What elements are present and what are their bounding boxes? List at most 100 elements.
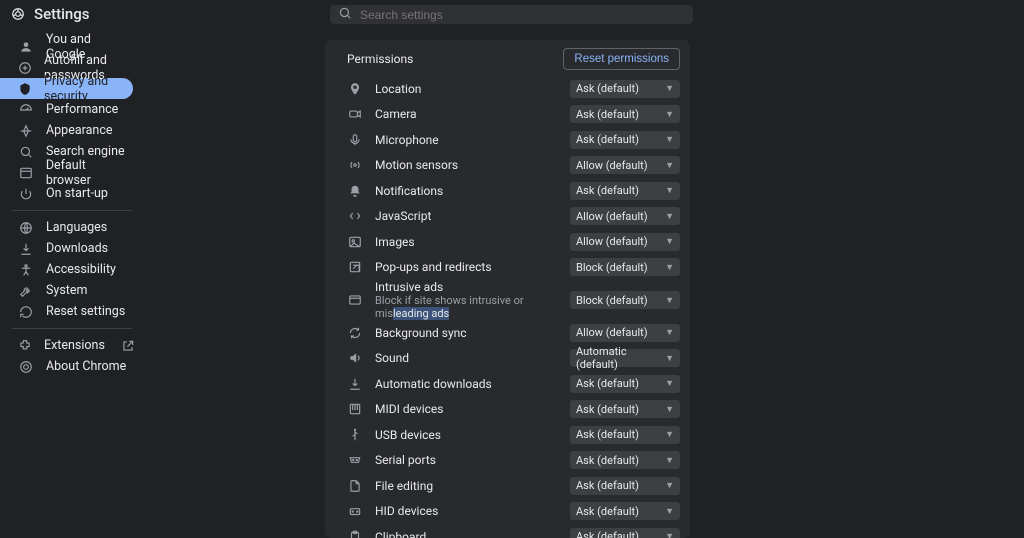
permission-label: Intrusive adsBlock if site shows intrusi…	[375, 280, 558, 320]
permission-value: Allow (default)	[576, 210, 648, 223]
permission-select[interactable]: Ask (default)▼	[570, 131, 680, 149]
permission-select[interactable]: Ask (default)▼	[570, 451, 680, 469]
sidebar-item-performance[interactable]: Performance	[0, 99, 133, 120]
power-icon	[18, 187, 34, 201]
chevron-down-icon: ▼	[665, 429, 674, 440]
permission-select[interactable]: Allow (default) ▼	[570, 207, 680, 225]
sidebar-item-label: Appearance	[46, 123, 113, 138]
permission-label: Pop-ups and redirects	[375, 260, 558, 274]
permission-select[interactable]: Ask (default)▼	[570, 105, 680, 123]
permission-select[interactable]: Ask (default) ▼	[570, 426, 680, 444]
permission-select[interactable]: Automatic (default)▼	[570, 349, 680, 367]
permission-select[interactable]: Ask (default)▼	[570, 400, 680, 418]
sidebar-item-reset[interactable]: Reset settings	[0, 301, 133, 322]
permission-value: Block (default)	[576, 294, 648, 307]
external-link-icon	[121, 339, 135, 353]
sidebar-item-label: Default browser	[46, 158, 133, 188]
chevron-down-icon: ▼	[665, 211, 674, 222]
permission-select[interactable]: Allow (default)▼	[570, 324, 680, 342]
permission-select[interactable]: Block (default)▼	[570, 291, 680, 309]
search-field[interactable]	[330, 5, 693, 24]
permission-label: JavaScript	[375, 209, 558, 223]
permission-label: Images	[375, 235, 558, 249]
permission-value: Ask (default)	[576, 184, 639, 197]
sidebar-item-appearance[interactable]: Appearance	[0, 120, 133, 141]
midi-devices-icon	[347, 402, 363, 416]
permission-value: Ask (default)	[576, 505, 639, 518]
sidebar-item-languages[interactable]: Languages	[0, 217, 133, 238]
serial-ports-icon	[347, 453, 363, 467]
search-input[interactable]	[360, 8, 685, 22]
pop-ups-and-redirects-icon	[347, 260, 363, 274]
chrome-logo-icon	[10, 6, 26, 22]
permission-select[interactable]: Ask (default)▼	[570, 375, 680, 393]
permission-row-file-editing: File editing Ask (default)▼	[325, 473, 690, 499]
permission-select[interactable]: Allow (default)▼	[570, 156, 680, 174]
permission-value: Ask (default)	[576, 108, 639, 121]
sidebar-item-about[interactable]: About Chrome	[0, 356, 133, 377]
permission-row-automatic-downloads: Automatic downloadsAsk (default)▼	[325, 371, 690, 397]
download-icon	[18, 242, 34, 256]
location-icon	[347, 82, 363, 96]
reset-icon	[18, 305, 34, 319]
file-editing-icon	[347, 479, 363, 493]
permission-row-javascript: JavaScript Allow (default) ▼	[325, 204, 690, 230]
permission-select[interactable]: Ask (default) ▼	[570, 502, 680, 520]
permission-select[interactable]: Allow (default) ▼	[570, 233, 680, 251]
microphone-icon	[347, 133, 363, 147]
chevron-down-icon: ▼	[665, 160, 674, 171]
chevron-down-icon: ▼	[665, 531, 674, 538]
permission-row-hid-devices: HID devices Ask (default) ▼	[325, 499, 690, 525]
permission-value: Allow (default)	[576, 235, 648, 248]
permission-select[interactable]: Block (default)▼	[570, 258, 680, 276]
permission-select[interactable]: Ask (default)▼	[570, 477, 680, 495]
sidebar-item-system[interactable]: System	[0, 280, 133, 301]
sidebar-item-default-browser[interactable]: Default browser	[0, 162, 133, 183]
permission-row-intrusive-ads: Intrusive adsBlock if site shows intrusi…	[325, 280, 690, 320]
content-area[interactable]: Permissions Reset permissions LocationAs…	[233, 28, 1024, 538]
usb-devices-icon	[347, 428, 363, 442]
permission-label: Location	[375, 82, 558, 96]
permission-value: Ask (default)	[576, 428, 639, 441]
chevron-down-icon: ▼	[665, 353, 674, 364]
permission-select[interactable]: Ask (default)▼	[570, 80, 680, 98]
page-title: Settings	[34, 5, 90, 23]
shield-icon	[18, 82, 32, 96]
permission-select[interactable]: Ask (default)▼	[570, 528, 680, 538]
sidebar-item-privacy[interactable]: Privacy and security	[0, 78, 133, 99]
person-icon	[18, 40, 34, 54]
top-bar: Settings	[0, 0, 1024, 28]
sidebar-divider	[12, 210, 132, 211]
images-icon	[347, 235, 363, 249]
permission-row-images: Images Allow (default) ▼	[325, 229, 690, 255]
chevron-down-icon: ▼	[665, 378, 674, 389]
sidebar-item-extensions[interactable]: Extensions	[0, 335, 133, 356]
sidebar-item-label: Performance	[46, 102, 118, 117]
permission-label: Clipboard	[375, 530, 558, 538]
permission-value: Ask (default)	[576, 479, 639, 492]
reset-permissions-button[interactable]: Reset permissions	[563, 48, 680, 70]
search-icon	[338, 6, 352, 24]
sidebar-item-label: About Chrome	[46, 359, 126, 374]
intrusive-ads-icon	[347, 293, 363, 307]
sidebar-item-accessibility[interactable]: Accessibility	[0, 259, 133, 280]
permission-value: Ask (default)	[576, 82, 639, 95]
permission-value: Ask (default)	[576, 454, 639, 467]
permission-value: Allow (default)	[576, 326, 648, 339]
permission-label: MIDI devices	[375, 402, 558, 416]
permission-label: Sound	[375, 351, 558, 365]
chevron-down-icon: ▼	[665, 134, 674, 145]
permission-row-pop-ups-and-redirects: Pop-ups and redirects Block (default)▼	[325, 255, 690, 281]
permissions-card: Permissions Reset permissions LocationAs…	[325, 40, 690, 538]
sidebar-item-downloads[interactable]: Downloads	[0, 238, 133, 259]
automatic-downloads-icon	[347, 377, 363, 391]
notifications-icon	[347, 184, 363, 198]
permission-label: File editing	[375, 479, 558, 493]
permission-row-clipboard: Clipboard Ask (default)▼	[325, 524, 690, 538]
chevron-down-icon: ▼	[665, 236, 674, 247]
chevron-down-icon: ▼	[665, 506, 674, 517]
background-sync-icon	[347, 326, 363, 340]
permission-select[interactable]: Ask (default)▼	[570, 182, 680, 200]
wrench-icon	[18, 284, 34, 298]
permission-label: HID devices	[375, 504, 558, 518]
